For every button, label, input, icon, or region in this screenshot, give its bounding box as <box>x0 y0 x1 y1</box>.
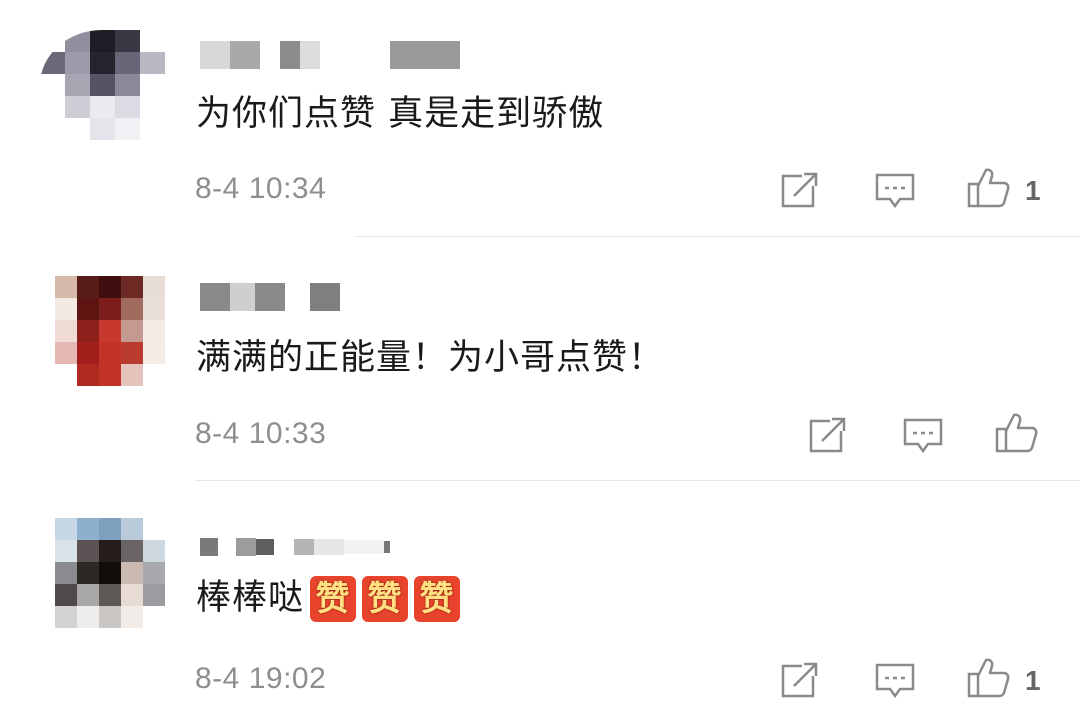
zan-emoji: 赞 <box>414 576 461 622</box>
thumbs-up-icon <box>967 658 1010 698</box>
avatar[interactable] <box>55 518 165 628</box>
like-button[interactable] <box>966 656 1012 700</box>
comment-text-content: 棒棒哒 <box>196 578 305 618</box>
share-icon <box>781 662 818 698</box>
zan-emoji: 赞 <box>310 576 357 622</box>
zan-emoji: 赞 <box>362 576 409 622</box>
reply-icon <box>875 663 915 699</box>
reply-button[interactable] <box>874 660 916 700</box>
username-redacted[interactable] <box>200 530 390 564</box>
comment-timestamp: 8-4 19:02 <box>195 662 327 695</box>
comment-text: 棒棒哒赞赞赞 <box>196 576 461 622</box>
comment-item: 棒棒哒赞赞赞 8-4 19:02 1 <box>0 0 1080 727</box>
share-button[interactable] <box>780 660 820 700</box>
like-count: 1 <box>1025 665 1041 696</box>
